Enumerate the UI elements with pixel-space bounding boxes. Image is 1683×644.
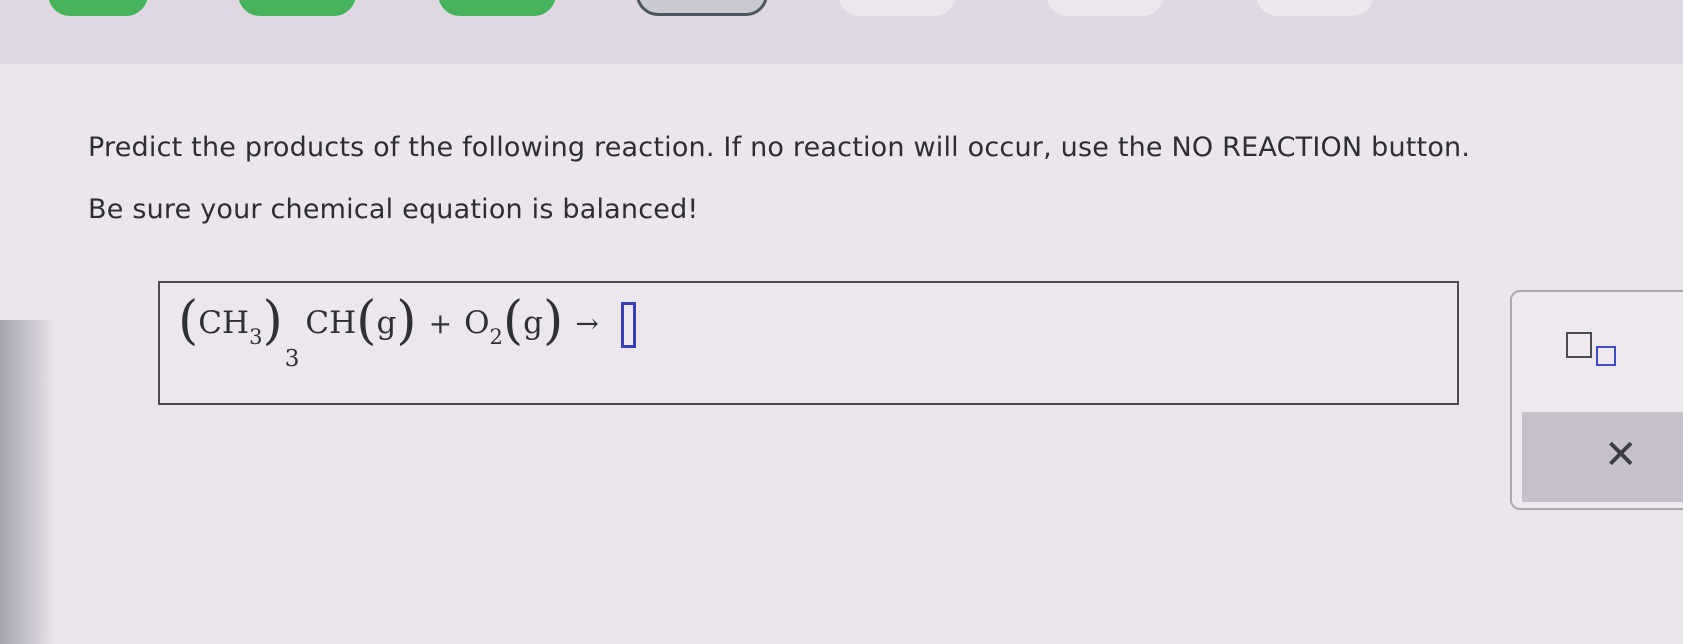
state-close-paren: ) (396, 291, 417, 351)
subscript-small-box-icon (1596, 346, 1616, 366)
progress-step-done[interactable] (238, 0, 356, 16)
open-parenthesis: ( (178, 291, 199, 351)
state-close-paren: ) (543, 291, 564, 351)
equation-editor[interactable]: ( CH 3 ) 3 CH ( g ) + O 2 ( g ) → (158, 281, 1459, 405)
state-gas: g (376, 305, 397, 341)
clear-button[interactable]: ✕ (1522, 412, 1683, 502)
subscript-button[interactable] (1566, 332, 1626, 372)
reaction-arrow: → (575, 306, 599, 340)
question-balance-note: Be sure your chemical equation is balanc… (88, 194, 699, 225)
chemical-equation: ( CH 3 ) 3 CH ( g ) + O 2 ( g ) → (178, 291, 636, 372)
oxygen-subscript: 2 (489, 325, 503, 349)
plus-sign: + (428, 306, 453, 340)
left-edge-shadow (0, 320, 56, 644)
progress-strip (0, 0, 1683, 64)
subscript-box-icon (1566, 332, 1592, 358)
equation-toolbar: ✕ (1510, 290, 1683, 510)
state-gas: g (523, 305, 544, 341)
state-open-paren: ( (502, 291, 524, 351)
progress-step-current[interactable] (636, 0, 768, 16)
progress-step-done[interactable] (438, 0, 556, 16)
methyl-group: CH (198, 305, 250, 341)
center-carbon: CH (305, 305, 357, 341)
group-count-subscript: 3 (284, 346, 300, 372)
oxygen: O (464, 305, 490, 341)
progress-step-empty[interactable] (838, 0, 956, 16)
close-parenthesis: ) (262, 291, 283, 351)
product-input-slot[interactable] (620, 302, 636, 348)
progress-step-empty[interactable] (1046, 0, 1164, 16)
methyl-subscript: 3 (249, 325, 263, 349)
progress-step-empty[interactable] (1256, 0, 1374, 16)
close-icon: ✕ (1604, 432, 1638, 478)
question-instruction: Predict the products of the following re… (88, 132, 1471, 163)
state-open-paren: ( (356, 291, 377, 351)
progress-step-done[interactable] (48, 0, 148, 16)
